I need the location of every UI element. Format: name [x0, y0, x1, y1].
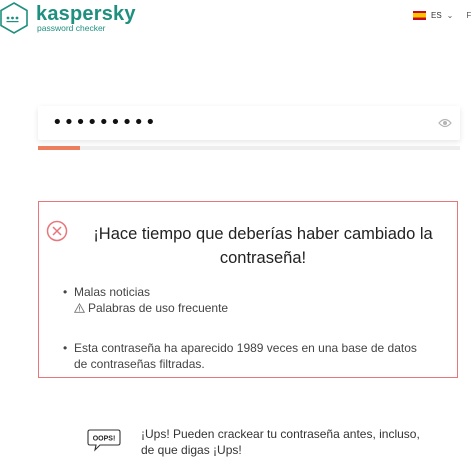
error-x-icon — [46, 220, 68, 242]
password-masked-value: ••••••••• — [52, 112, 157, 133]
strength-meter — [38, 146, 460, 150]
bullet-bad-news: Malas noticias — [63, 284, 419, 300]
password-input[interactable]: ••••••••• — [38, 106, 460, 140]
kaspersky-logo-icon[interactable] — [0, 2, 28, 34]
chevron-down-icon: ⌄ — [446, 11, 454, 20]
warning-triangle-icon — [74, 303, 85, 313]
brand-name: kaspersky — [36, 3, 136, 25]
result-details: Malas noticias Palabras de uso frecuente… — [63, 284, 419, 372]
bullet-detail-label: Palabras de uso frecuente — [88, 301, 229, 315]
result-card: ¡Hace tiempo que deberías haber cambiado… — [38, 201, 458, 378]
strength-meter-fill — [38, 146, 81, 150]
bullet-leak-count: Esta contraseña ha aparecido 1989 veces … — [63, 340, 419, 372]
header: kaspersky password checker ES ⌄ F — [0, 0, 474, 44]
oops-message: ¡Ups! Pueden crackear tu contraseña ante… — [141, 427, 420, 457]
bullet-detail: Palabras de uso frecuente — [63, 300, 419, 316]
language-code: ES — [431, 11, 442, 20]
show-password-eye-icon[interactable] — [438, 117, 452, 129]
oops-badge-text: OOPS! — [93, 436, 116, 443]
language-selector[interactable]: ES ⌄ F — [413, 11, 471, 20]
header-extra[interactable]: F — [466, 11, 471, 20]
result-headline: ¡Hace tiempo que deberías haber cambiado… — [93, 225, 433, 267]
brand-subtitle: password checker — [37, 23, 106, 33]
spain-flag-icon — [413, 11, 426, 20]
oops-speech-bubble-icon: OOPS! — [87, 429, 121, 452]
